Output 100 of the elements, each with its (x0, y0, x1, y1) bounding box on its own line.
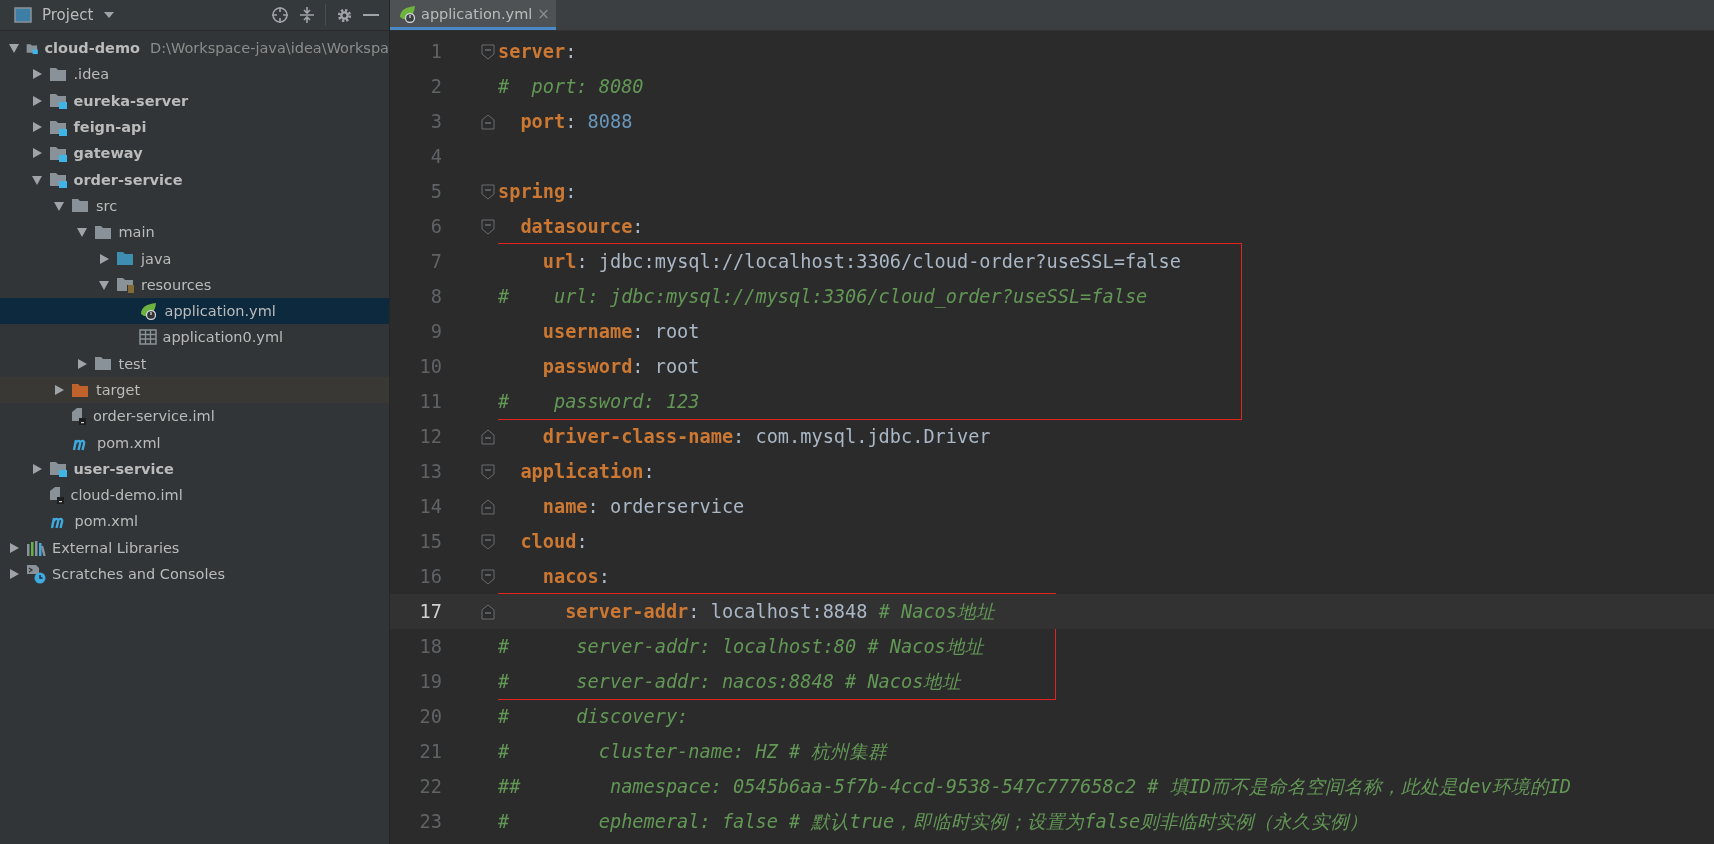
line-number: 11 (418, 391, 442, 412)
module-folder-icon (48, 171, 68, 189)
tree-item[interactable]: test (0, 350, 389, 377)
code-line: password: root (541, 356, 700, 377)
line-number: 2 (429, 76, 442, 97)
leaf-file-icon (398, 4, 418, 23)
scratches-icon (26, 564, 46, 585)
tree-item[interactable]: cloud-demo.iml (0, 482, 389, 509)
code-line: url: jdbc:mysql://localhost:3306/cloud-order?useSSL=false (541, 251, 1181, 272)
file-icon (48, 485, 65, 505)
expand-arrow-icon[interactable] (30, 94, 43, 107)
fold-marker-icon[interactable] (481, 463, 495, 480)
caret-icon[interactable] (103, 11, 116, 19)
fold-marker-icon[interactable] (481, 218, 495, 235)
expand-arrow-icon[interactable] (98, 278, 110, 291)
code-line: # url: jdbc:mysql://mysql:3306/cloud_order?useSSL=false (498, 286, 1148, 307)
code-line: # server-addr: localhost:80 # Nacos地址 (498, 634, 984, 659)
code-line: ## namespace: 0545b6aa-5f7b-4ccd-9538-547c777658c2 # 填ID而不是命名空间名称，此处是dev环境的ID (498, 774, 1572, 799)
line-number: 23 (418, 811, 442, 832)
code-line: # cluster-name: HZ # 杭州集群 (498, 739, 888, 764)
expand-arrow-icon[interactable] (30, 462, 43, 475)
leaf-file-icon (138, 302, 159, 321)
expand-arrow-icon[interactable] (30, 147, 43, 160)
tree-item[interactable]: feign-api (0, 113, 389, 141)
line-number: 10 (418, 356, 442, 377)
tree-item[interactable]: pom.xml (0, 508, 389, 535)
libraries-icon (26, 539, 46, 556)
editor-tab[interactable]: application.yml × (390, 0, 556, 30)
tree-item[interactable]: src (0, 192, 389, 220)
tree-item[interactable]: .idea (0, 61, 389, 88)
expand-arrow-icon[interactable] (8, 568, 20, 581)
expand-arrow-icon[interactable] (8, 42, 20, 55)
expand-arrow-icon[interactable] (8, 541, 20, 554)
line-number: 6 (429, 216, 442, 237)
tree-item[interactable]: cloud-demo D:\Workspace-java\idea\Workspa (0, 35, 389, 62)
line-number: 16 (418, 566, 442, 587)
code-line: name: orderservice (541, 496, 745, 517)
expand-arrow-icon[interactable] (98, 252, 110, 265)
tree-item[interactable]: main (0, 219, 389, 246)
line-number: 12 (418, 426, 442, 447)
line-number: 19 (418, 671, 442, 692)
path-hint: D:\Workspace-java\idea\Workspa (150, 40, 389, 57)
expand-arrow-icon[interactable] (30, 121, 43, 134)
line-number: 5 (429, 181, 442, 202)
folder-icon (116, 250, 135, 267)
settings-icon[interactable] (336, 6, 353, 24)
line-number: 8 (429, 286, 442, 307)
module-folder-icon (48, 118, 68, 136)
line-number: 3 (429, 111, 442, 132)
tree-item[interactable]: eureka-server (0, 87, 389, 114)
expand-arrow-icon[interactable] (30, 173, 43, 186)
fold-marker-icon[interactable] (481, 568, 495, 585)
folder-icon (93, 223, 113, 241)
fold-marker-icon[interactable] (481, 183, 495, 200)
line-number: 7 (429, 251, 442, 272)
panel-icon (14, 7, 32, 23)
code-line: # server-addr: nacos:8848 # Nacos地址 (498, 669, 962, 694)
expand-arrow-icon[interactable] (75, 226, 88, 239)
minimize-icon[interactable] (363, 13, 379, 17)
line-number: 21 (418, 741, 442, 762)
expand-arrow-icon[interactable] (75, 357, 88, 370)
expand-arrow-icon[interactable] (53, 199, 65, 212)
tree-item[interactable]: user-service (0, 455, 389, 483)
fold-marker-icon[interactable] (481, 533, 495, 550)
module-folder-icon (48, 92, 68, 110)
tree-item[interactable]: Scratches and Consoles (0, 560, 389, 588)
line-number: 15 (418, 531, 442, 552)
folder-icon (71, 381, 90, 399)
tree-item[interactable]: order-service (0, 166, 389, 193)
tree-item[interactable]: java (0, 245, 389, 272)
tree-item[interactable]: resources (0, 271, 389, 298)
fold-marker-icon[interactable] (481, 43, 495, 60)
expand-arrow-icon[interactable] (30, 68, 43, 81)
tree-item[interactable]: gateway (0, 140, 389, 167)
tree-item[interactable]: application0.yml (0, 324, 389, 351)
tree-item[interactable]: application.yml (0, 297, 389, 325)
tree-item[interactable]: order-service.iml (0, 403, 389, 430)
tree-item[interactable]: External Libraries (0, 534, 389, 561)
code-line: port: 8088 (519, 111, 633, 132)
code-line: server: (498, 41, 577, 62)
tree-item[interactable]: pom.xml (0, 429, 389, 456)
line-number: 17 (418, 601, 442, 622)
tree-item[interactable]: target (0, 376, 389, 404)
fold-marker-icon[interactable] (481, 113, 495, 130)
folder-icon (116, 276, 135, 294)
fold-marker-icon[interactable] (481, 428, 495, 445)
code-line: spring: (498, 181, 577, 202)
code-line: # port: 8080 (498, 76, 644, 97)
panel-title[interactable]: Project (42, 6, 94, 24)
collapse-icon[interactable] (299, 6, 315, 24)
module-folder-icon (48, 460, 68, 478)
line-number: 20 (418, 706, 442, 727)
fold-marker-icon[interactable] (481, 603, 495, 620)
expand-arrow-icon[interactable] (53, 384, 65, 396)
code-line: # discovery: (498, 706, 689, 727)
folder-icon (93, 355, 113, 373)
crosshair-icon[interactable] (271, 6, 289, 24)
code-line: cloud: (519, 531, 588, 552)
code-line: # ephemeral: false # 默认true，即临时实例；设置为false则非临时实例（永久实例） (498, 809, 1369, 834)
fold-marker-icon[interactable] (481, 498, 495, 515)
